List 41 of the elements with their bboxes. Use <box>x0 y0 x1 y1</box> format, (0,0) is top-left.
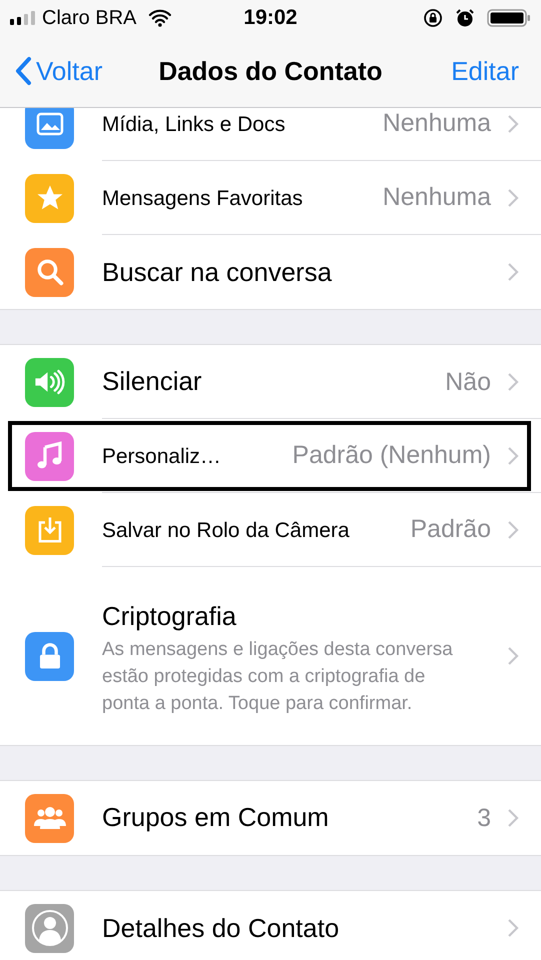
chevron-icon <box>507 808 519 828</box>
chevron-icon <box>507 446 519 466</box>
chevron-icon <box>507 372 519 392</box>
carrier-name: Claro BRA <box>42 6 136 30</box>
chevron-icon <box>507 188 519 208</box>
search-icon <box>34 257 64 287</box>
chevron-icon <box>507 520 519 540</box>
alarm-clock-icon <box>455 8 475 28</box>
clock-time: 19:02 <box>244 4 298 31</box>
row-title: Salvar no Rolo da Câmera <box>102 518 350 544</box>
chevron-icon <box>507 114 519 134</box>
row-value: Padrão <box>409 514 491 545</box>
battery-icon <box>487 8 531 28</box>
row-title: Detalhes do Contato <box>102 912 340 944</box>
music-note-icon <box>34 441 64 471</box>
row-value: Padrão (Nenhum) <box>291 440 491 471</box>
row-title: Buscar na conversa <box>102 256 332 288</box>
chevron-icon <box>507 262 519 282</box>
speaker-icon <box>32 367 66 397</box>
row-value: Nenhuma <box>382 108 491 139</box>
wifi-icon <box>148 8 172 26</box>
list-row[interactable]: Mídia, Links e Docs Nenhuma <box>0 108 541 161</box>
row-title: Mídia, Links e Docs <box>102 112 286 138</box>
back-button[interactable]: Voltar <box>14 52 102 90</box>
row-value: Nenhuma <box>382 182 491 213</box>
chevron-icon <box>507 646 519 666</box>
row-description: As mensagens e ligações desta conversa estão protegidas com a criptografia de ponta a ponta. Toque para confirmar. <box>102 638 454 716</box>
row-title: Criptografia <box>102 600 236 632</box>
row-title: Personaliz… <box>102 444 222 470</box>
edit-button[interactable]: Editar <box>451 52 527 90</box>
back-chevron-icon <box>14 56 32 86</box>
chevron-icon <box>507 918 519 938</box>
signal-icon <box>10 10 38 24</box>
row-value: Não <box>444 366 491 398</box>
row-title: Grupos em Comum <box>102 801 329 834</box>
rotation-lock-icon <box>423 8 443 28</box>
screen-title: Dados do Contato <box>158 54 382 88</box>
row-value: 3 <box>476 803 491 834</box>
people-icon <box>32 804 66 832</box>
row-title: Mensagens Favoritas <box>102 186 303 212</box>
row-title: Silenciar <box>102 364 202 398</box>
